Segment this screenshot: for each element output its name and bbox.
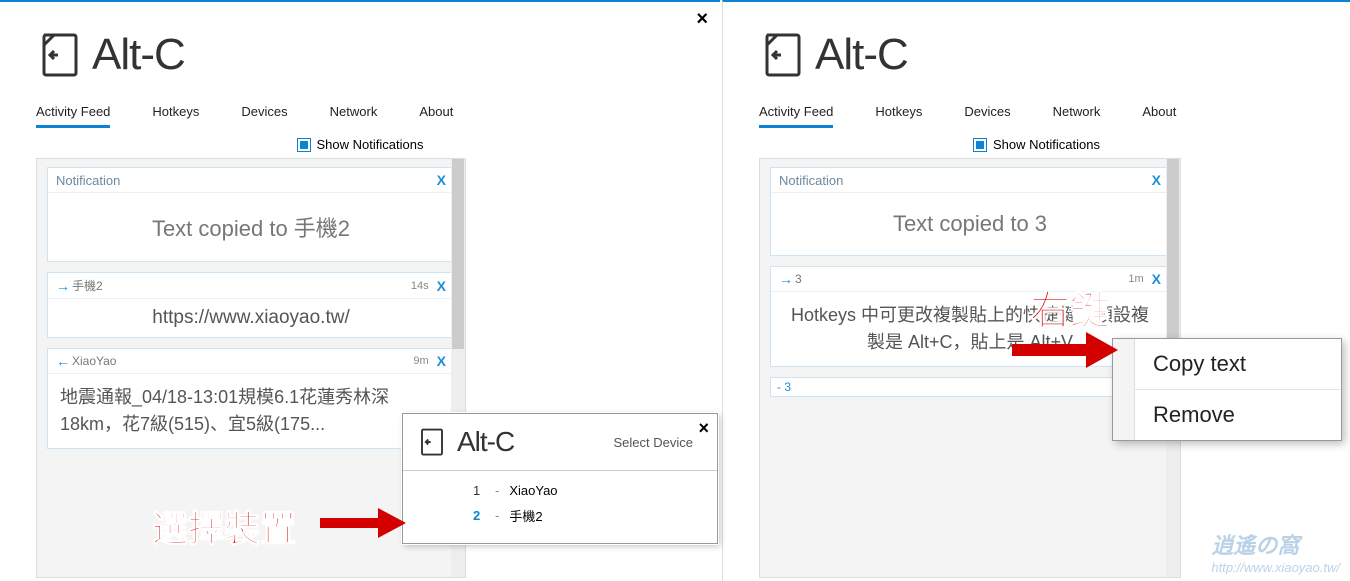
- context-menu-remove[interactable]: Remove: [1135, 390, 1341, 440]
- popup-title: Select Device: [614, 435, 693, 450]
- device-option[interactable]: 2 - 手機2: [413, 502, 707, 529]
- close-icon[interactable]: ×: [698, 418, 709, 439]
- tab-devices[interactable]: Devices: [241, 98, 287, 128]
- checkbox-icon[interactable]: [973, 138, 987, 152]
- alt-c-window-right: Alt-C Activity Feed Hotkeys Devices Netw…: [722, 0, 1350, 581]
- show-notifications-row[interactable]: Show Notifications: [0, 129, 720, 158]
- notification-title: Notification: [56, 173, 120, 188]
- feed-item[interactable]: →手機2 14s X https://www.xiaoyao.tw/: [47, 272, 455, 338]
- device-list: 1 - XiaoYao 2 - 手機2: [403, 471, 717, 543]
- close-icon[interactable]: X: [1152, 172, 1161, 188]
- close-icon[interactable]: X: [437, 278, 446, 294]
- device-name: 3: [795, 272, 802, 286]
- feed-item[interactable]: - 3: [770, 377, 1170, 397]
- feed-item-body: https://www.xiaoyao.tw/: [48, 299, 454, 337]
- timestamp: 9m: [413, 355, 428, 367]
- close-icon[interactable]: X: [437, 172, 446, 188]
- close-icon[interactable]: ×: [696, 8, 708, 31]
- notification-card: Notification X Text copied to 手機2: [47, 167, 455, 262]
- feed-item-body: Hotkeys 中可更改複製貼上的快捷鍵，預設複製是 Alt+C，貼上是 Alt…: [771, 292, 1169, 366]
- app-logo: Alt-C: [0, 2, 720, 90]
- arrow-out-icon: →: [779, 271, 793, 287]
- select-device-popup: × Alt-C Select Device 1 - XiaoYao 2 - 手機…: [402, 413, 718, 544]
- app-title: Alt-C: [92, 30, 185, 80]
- tab-bar: Activity Feed Hotkeys Devices Network Ab…: [0, 98, 720, 129]
- tab-devices[interactable]: Devices: [964, 98, 1010, 128]
- feed-item[interactable]: ←XiaoYao 9m X 地震通報_04/18-13:01規模6.1花蓮秀林深1…: [47, 348, 455, 449]
- device-name: - 3: [771, 378, 1169, 396]
- app-logo: Alt-C: [723, 2, 1350, 90]
- show-notifications-row[interactable]: Show Notifications: [723, 129, 1350, 158]
- alt-c-logo-icon: [36, 31, 84, 79]
- device-name: 手機2: [72, 277, 103, 294]
- arrow-out-icon: →: [56, 278, 70, 294]
- tab-about[interactable]: About: [419, 98, 453, 128]
- watermark: 逍遙の窩 http://www.xiaoyao.tw/: [1211, 528, 1340, 575]
- app-title: Alt-C: [815, 30, 908, 80]
- show-notifications-label: Show Notifications: [317, 137, 424, 152]
- close-icon[interactable]: X: [1152, 271, 1161, 287]
- notification-body: Text copied to 手機2: [48, 193, 454, 261]
- app-title: Alt-C: [457, 426, 514, 458]
- tab-activity-feed[interactable]: Activity Feed: [759, 98, 833, 128]
- device-option-name: 手機2: [509, 506, 542, 525]
- timestamp: 14s: [411, 280, 429, 292]
- alt-c-logo-icon: [417, 427, 447, 457]
- tab-activity-feed[interactable]: Activity Feed: [36, 98, 110, 128]
- tab-network[interactable]: Network: [1053, 98, 1101, 128]
- context-menu-copy-text[interactable]: Copy text: [1135, 339, 1341, 390]
- device-option-name: XiaoYao: [509, 483, 557, 498]
- device-name: XiaoYao: [72, 354, 116, 368]
- tab-bar: Activity Feed Hotkeys Devices Network Ab…: [723, 98, 1350, 129]
- notification-card: Notification X Text copied to 3: [770, 167, 1170, 256]
- feed-item-body: 地震通報_04/18-13:01規模6.1花蓮秀林深18km，花7級(515)、…: [48, 374, 454, 448]
- tab-hotkeys[interactable]: Hotkeys: [875, 98, 922, 128]
- tab-hotkeys[interactable]: Hotkeys: [152, 98, 199, 128]
- tab-network[interactable]: Network: [330, 98, 378, 128]
- notification-title: Notification: [779, 173, 843, 188]
- close-icon[interactable]: X: [437, 353, 446, 369]
- timestamp: 1m: [1128, 273, 1143, 285]
- arrow-in-icon: ←: [56, 353, 70, 369]
- checkbox-icon[interactable]: [297, 138, 311, 152]
- tab-about[interactable]: About: [1142, 98, 1176, 128]
- show-notifications-label: Show Notifications: [993, 137, 1100, 152]
- notification-body: Text copied to 3: [771, 193, 1169, 255]
- device-option[interactable]: 1 - XiaoYao: [413, 479, 707, 502]
- context-menu: Copy text Remove: [1112, 338, 1342, 441]
- alt-c-logo-icon: [759, 31, 807, 79]
- feed-item[interactable]: →3 1m X Hotkeys 中可更改複製貼上的快捷鍵，預設複製是 Alt+C，…: [770, 266, 1170, 367]
